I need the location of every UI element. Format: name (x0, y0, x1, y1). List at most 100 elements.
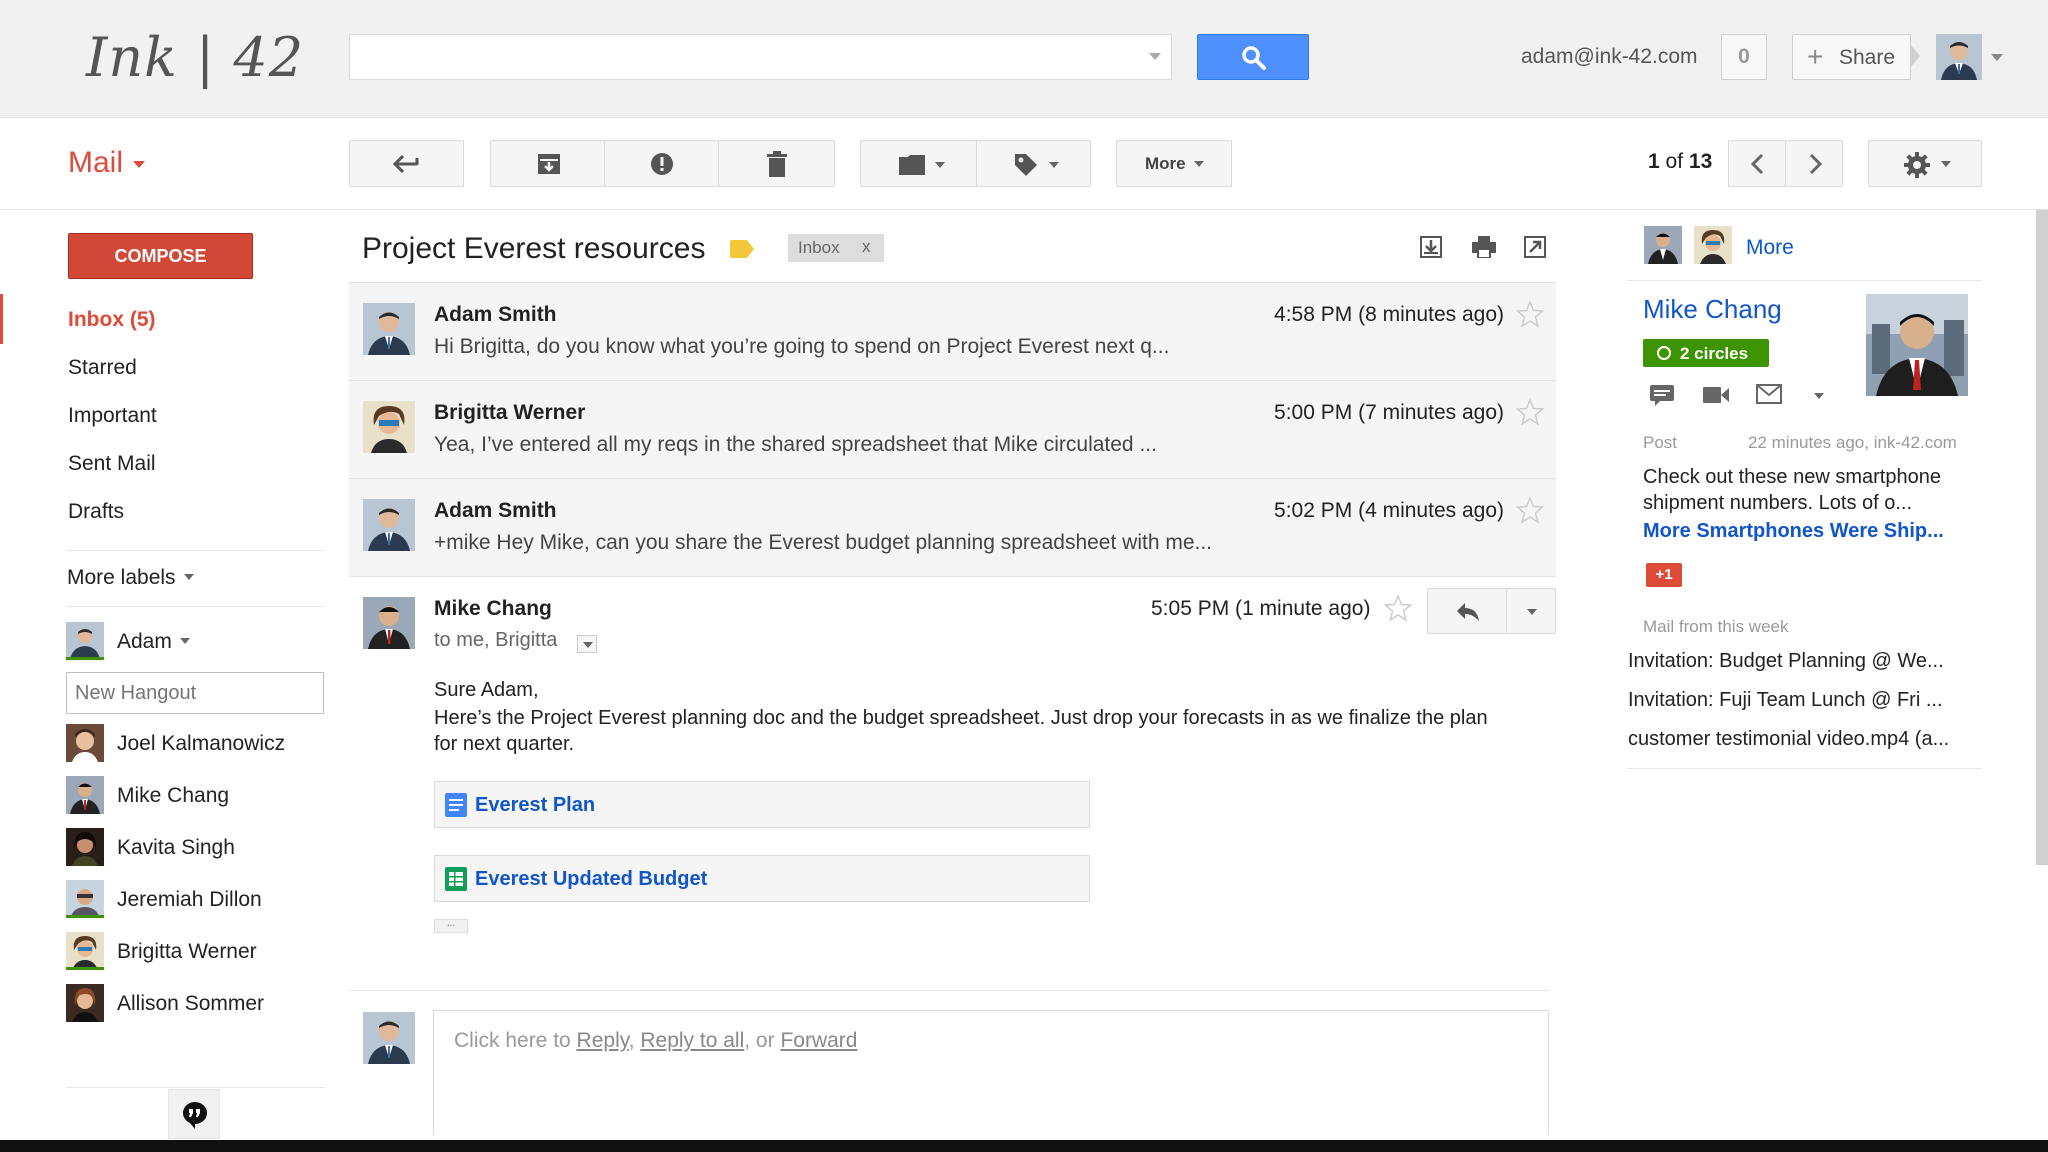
forward-link[interactable]: Forward (780, 1029, 857, 1052)
notification-count-button[interactable]: 0 (1721, 34, 1767, 80)
chevron-left-icon (1750, 153, 1764, 175)
contact-item[interactable]: Brigitta Werner (66, 932, 326, 972)
related-mail-item[interactable]: Invitation: Budget Planning @ We... (1628, 650, 1944, 673)
archive-button[interactable] (490, 140, 605, 187)
account-email[interactable]: adam@ink-42.com (1521, 45, 1698, 69)
participant-avatar[interactable] (1694, 226, 1732, 264)
reply-link[interactable]: Reply (577, 1029, 629, 1052)
contact-card-name[interactable]: Mike Chang (1643, 294, 1782, 325)
contact-item[interactable]: Kavita Singh (66, 828, 326, 868)
account-avatar[interactable] (1936, 34, 1982, 80)
contact-avatar (66, 984, 104, 1022)
star-icon[interactable] (1516, 398, 1544, 426)
account-menu-chevron-icon[interactable] (1991, 54, 2003, 61)
search-input[interactable] (350, 35, 1130, 79)
email-icon[interactable] (1756, 384, 1782, 404)
contact-item[interactable]: Jeremiah Dillon (66, 880, 326, 920)
hangouts-chat-button[interactable] (168, 1089, 220, 1139)
move-to-button[interactable] (860, 140, 977, 187)
contact-avatar (66, 880, 104, 918)
mail-from-week-heading: Mail from this week (1643, 617, 1789, 636)
labels-button[interactable] (976, 140, 1091, 187)
mail-switcher[interactable]: Mail (68, 146, 123, 180)
reply-button[interactable] (1427, 588, 1507, 634)
attachment-link[interactable]: Everest Plan (434, 781, 1090, 828)
more-labels-chevron-icon[interactable] (184, 574, 194, 580)
sender-avatar (363, 401, 415, 453)
message-snippet: Yea, I’ve entered all my reqs in the sha… (434, 433, 1157, 456)
logo[interactable]: Ink | 42 (86, 26, 304, 89)
contact-item[interactable]: Joel Kalmanowicz (66, 724, 326, 764)
nav-item-starred[interactable]: Starred (68, 356, 137, 380)
print-icon[interactable] (1472, 236, 1496, 258)
panel-divider (1628, 768, 1982, 769)
new-hangout-input[interactable] (66, 672, 324, 714)
expand-all-icon[interactable] (1420, 236, 1442, 258)
my-hangout-name[interactable]: Adam (117, 630, 172, 654)
plus-icon: + (1807, 41, 1824, 72)
search-button[interactable] (1197, 34, 1309, 80)
contact-name: Brigitta Werner (117, 940, 257, 963)
message-time: 5:02 PM (4 minutes ago) (1274, 499, 1504, 522)
collapsed-message[interactable]: Brigitta Werner Yea, I’ve entered all my… (349, 380, 1556, 478)
collapsed-message[interactable]: Adam Smith Hi Brigitta, do you know what… (349, 282, 1556, 380)
star-icon[interactable] (1384, 594, 1412, 622)
contact-item[interactable]: Allison Sommer (66, 984, 326, 1024)
message-more-options-button[interactable] (1506, 588, 1556, 634)
show-details-button[interactable] (577, 635, 597, 653)
attachment-link[interactable]: Everest Updated Budget (434, 855, 1090, 902)
video-call-icon[interactable] (1702, 384, 1730, 406)
nav-item-sent[interactable]: Sent Mail (68, 452, 156, 476)
message-greeting: Sure Adam, (434, 679, 539, 701)
search-box[interactable] (349, 34, 1172, 80)
quick-reply-box[interactable]: Click here to Reply, Reply to all, or Fo… (433, 1010, 1549, 1135)
related-mail-item[interactable]: customer testimonial video.mp4 (a... (1628, 728, 1949, 751)
top-bar: Ink | 42 adam@ink-42.com 0 + Share (0, 0, 2048, 118)
reply-all-link[interactable]: Reply to all (640, 1029, 744, 1052)
post-time: 22 minutes ago, ink-42.com (1748, 433, 1957, 452)
more-actions-button[interactable]: More (1116, 140, 1232, 187)
contact-item[interactable]: Mike Chang (66, 776, 326, 816)
remove-label-button[interactable]: x (862, 237, 871, 257)
mail-switcher-chevron-icon[interactable] (133, 161, 145, 168)
collapsed-message[interactable]: Adam Smith +mike Hey Mike, can you share… (349, 478, 1556, 576)
share-button[interactable]: + Share (1792, 34, 1911, 80)
importance-marker-icon[interactable] (730, 240, 754, 258)
star-icon[interactable] (1516, 496, 1544, 524)
delete-button[interactable] (718, 140, 835, 187)
older-button[interactable] (1785, 140, 1843, 187)
search-icon (1242, 46, 1266, 70)
page-current: 1 (1648, 150, 1660, 173)
nav-item-drafts[interactable]: Drafts (68, 500, 124, 524)
report-spam-button[interactable] (604, 140, 719, 187)
nav-item-important[interactable]: Important (68, 404, 157, 428)
contact-actions-chevron-icon[interactable] (1814, 393, 1824, 399)
search-options-chevron-icon[interactable] (1149, 53, 1161, 60)
related-mail-item[interactable]: Invitation: Fuji Team Lunch @ Fri ... (1628, 689, 1943, 712)
scrollbar[interactable] (2036, 210, 2048, 865)
post-link[interactable]: More Smartphones Were Ship... (1643, 520, 1944, 543)
my-hangout-avatar[interactable] (66, 622, 104, 660)
back-button[interactable] (349, 140, 464, 187)
newer-button[interactable] (1728, 140, 1786, 187)
back-arrow-icon (393, 154, 419, 174)
plus-one-button[interactable]: +1 (1646, 563, 1682, 587)
participant-avatar[interactable] (1644, 226, 1682, 264)
compose-button[interactable]: COMPOSE (68, 233, 253, 279)
new-window-icon[interactable] (1524, 236, 1546, 258)
star-icon[interactable] (1516, 300, 1544, 328)
nav-item-inbox[interactable]: Inbox (5) (68, 308, 156, 332)
quote-bubble-icon (182, 1102, 207, 1129)
circles-button[interactable]: 2 circles (1643, 339, 1769, 367)
message-sender: Mike Chang (434, 597, 552, 620)
contact-card-photo[interactable] (1866, 294, 1968, 396)
my-status-chevron-icon[interactable] (180, 638, 190, 644)
contact-name: Kavita Singh (117, 836, 235, 859)
settings-button[interactable] (1868, 140, 1982, 187)
more-labels-toggle[interactable]: More labels (67, 566, 176, 590)
chat-icon[interactable] (1649, 384, 1675, 406)
message-sender: Adam Smith (434, 499, 557, 522)
message-body: Here’s the Project Everest planning doc … (434, 707, 1488, 755)
more-participants-link[interactable]: More (1746, 236, 1794, 260)
show-trimmed-content-button[interactable]: ... (434, 919, 468, 933)
